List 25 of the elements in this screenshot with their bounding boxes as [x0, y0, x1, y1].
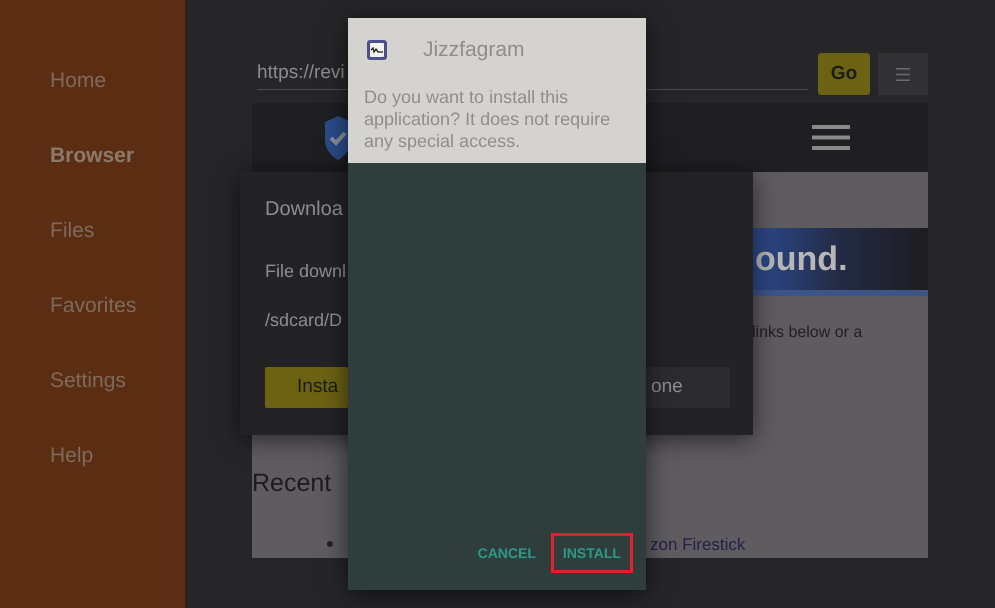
sidebar-item[interactable]: Home	[50, 64, 106, 96]
install-button[interactable]: Insta	[265, 367, 348, 408]
sidebar-item[interactable]: Favorites	[50, 290, 136, 322]
install-message: Do you want to install this application? It does not require any special access.	[364, 86, 612, 152]
app-name: Jizzfagram	[423, 37, 525, 63]
dialog-title: Downloa	[265, 197, 343, 221]
sidebar-item[interactable]: Settings	[50, 364, 126, 396]
sidebar-item[interactable]: Browser	[50, 140, 134, 172]
sidebar-item[interactable]: Files	[50, 214, 94, 246]
menu-icon[interactable]	[896, 68, 910, 80]
bullet-icon	[327, 541, 333, 548]
install-button[interactable]: INSTALL	[550, 533, 633, 573]
file-path: /sdcard/D	[265, 309, 342, 332]
menu-icon[interactable]	[812, 125, 850, 150]
app-icon	[367, 40, 387, 60]
go-button[interactable]: Go	[818, 53, 870, 95]
section-heading: Recent	[252, 469, 332, 497]
sidebar-item[interactable]: Help	[50, 440, 94, 472]
done-button[interactable]: one	[646, 367, 730, 408]
cancel-button[interactable]: CANCEL	[466, 533, 548, 573]
banner-heading: ound.	[755, 238, 848, 280]
body-text: links below or a	[752, 324, 862, 341]
menu-button[interactable]	[878, 53, 928, 95]
article-link[interactable]: zon Firestick	[650, 532, 746, 557]
dialog-text: File downl	[265, 260, 346, 283]
